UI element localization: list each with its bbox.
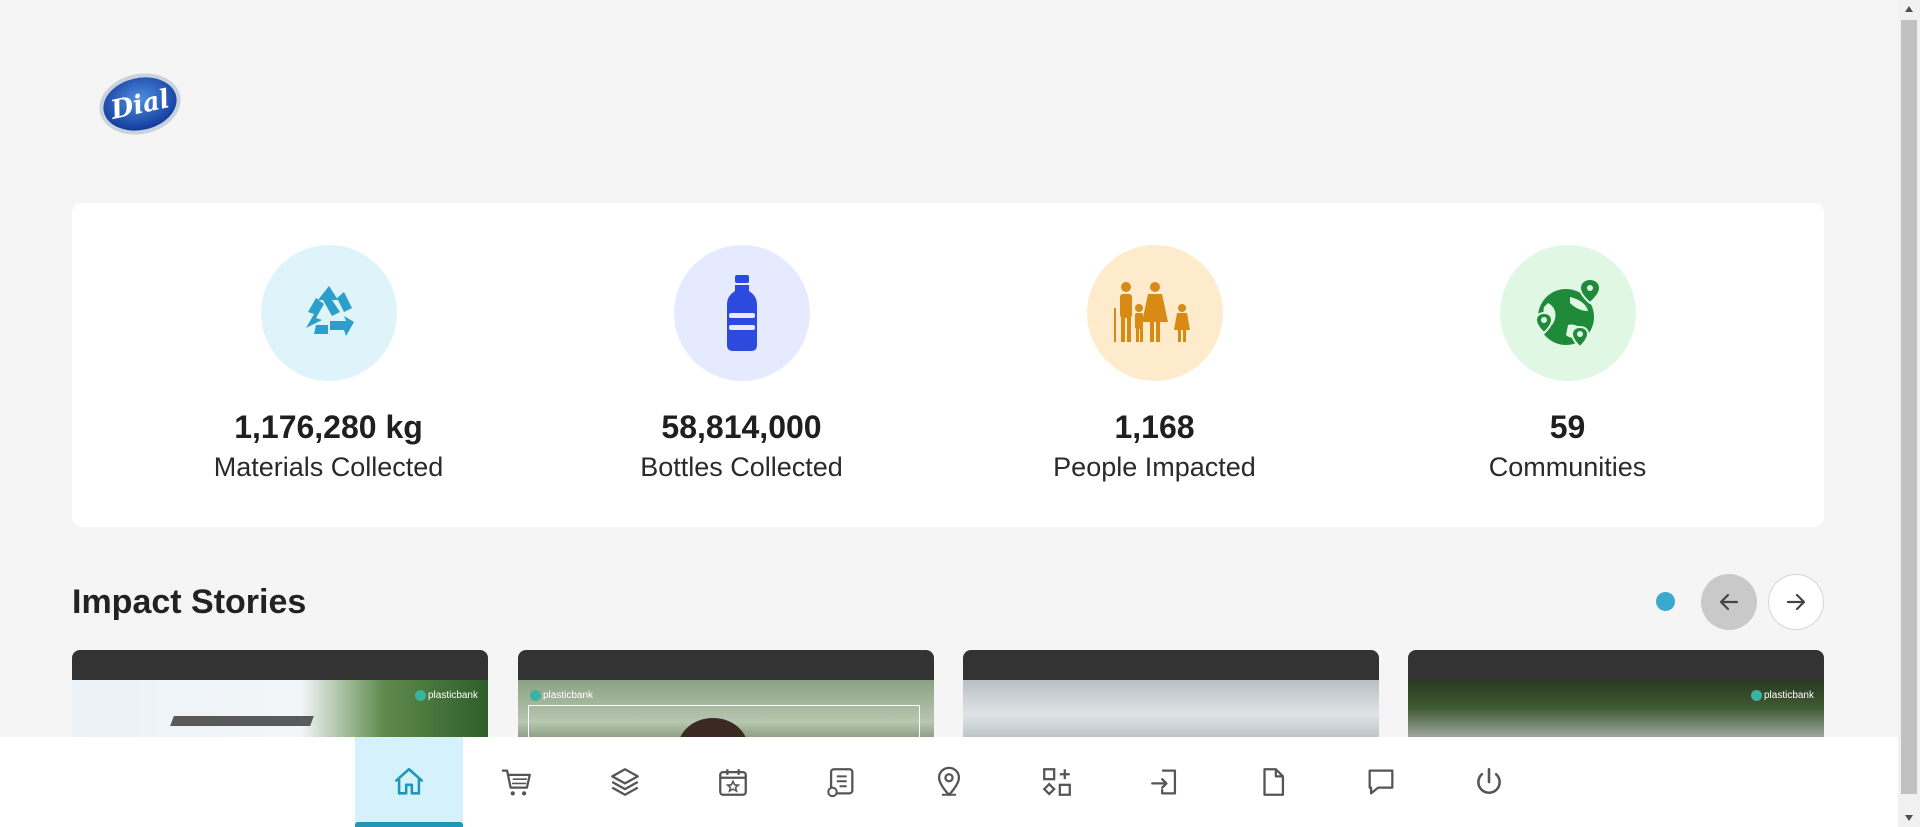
impact-stats-card: 1,176,280 kg Materials Collected 58,814,… (72, 203, 1824, 527)
plasticbank-watermark: plasticbank (530, 690, 593, 701)
cart-icon (501, 769, 531, 796)
stat-value: 1,168 (1114, 409, 1195, 445)
stat-value: 58,814,000 (661, 409, 822, 445)
stat-materials-collected: 1,176,280 kg Materials Collected (179, 245, 479, 485)
nav-tab-messages[interactable] (1327, 737, 1435, 827)
stat-value: 1,176,280 kg (234, 409, 423, 445)
carousel-page-dot[interactable] (1656, 592, 1675, 611)
layers-icon (611, 768, 639, 796)
carousel-prev-button[interactable] (1701, 574, 1757, 630)
nav-tab-events[interactable] (679, 737, 787, 827)
stat-icon-circle (1086, 245, 1223, 381)
story-card[interactable]: plasticbank (518, 650, 934, 750)
arrow-left-icon (1719, 593, 1739, 611)
story-card[interactable]: plasticbank (72, 650, 488, 750)
document-list-icon (827, 768, 854, 798)
nav-tab-home[interactable] (355, 737, 463, 827)
impact-stories-title: Impact Stories (72, 583, 307, 621)
stat-label: People Impacted (1053, 452, 1256, 482)
nav-tab-apps[interactable] (1003, 737, 1111, 827)
nav-tab-logout[interactable] (1435, 737, 1543, 827)
stat-communities: 59 Communities (1418, 245, 1718, 485)
map-pin-icon (937, 766, 961, 797)
stat-bottles-collected: 58,814,000 Bottles Collected (592, 245, 892, 485)
file-icon (1263, 768, 1285, 796)
nav-tab-locations[interactable] (895, 737, 1003, 827)
stat-label: Materials Collected (213, 452, 444, 482)
stat-label: Communities (1488, 452, 1647, 482)
stat-label: Bottles Collected (640, 452, 843, 482)
scroll-thumb[interactable] (1901, 20, 1917, 794)
stat-value: 59 (1549, 409, 1586, 445)
plasticbank-watermark: plasticbank (1750, 690, 1814, 701)
nav-tab-shop[interactable] (463, 737, 571, 827)
home-icon (394, 767, 424, 795)
story-image-shelter (170, 716, 314, 726)
stat-icon-circle (260, 245, 397, 381)
stat-people-impacted: 1,168 People Impacted (1005, 245, 1305, 485)
power-icon (1477, 767, 1501, 794)
calendar-star-icon (719, 769, 747, 796)
globe-pins-icon (1534, 277, 1601, 349)
nav-tab-login[interactable] (1111, 737, 1219, 827)
nav-tab-reports[interactable] (787, 737, 895, 827)
login-icon (1151, 769, 1177, 795)
bottle-icon (726, 275, 757, 351)
bottom-navigation (0, 737, 1898, 827)
dial-logo-icon: Dial (99, 73, 181, 135)
plasticbank-watermark: plasticbank (414, 690, 478, 701)
family-icon (1113, 282, 1190, 342)
recycle-icon (305, 286, 354, 336)
brand-logo: Dial (72, 36, 208, 172)
scroll-up-arrow[interactable] (1898, 0, 1920, 18)
stat-icon-circle (1499, 245, 1636, 381)
arrow-right-icon (1786, 593, 1806, 611)
page-scrollbar[interactable] (1898, 0, 1920, 827)
scroll-down-arrow[interactable] (1898, 809, 1920, 827)
shapes-plus-icon (1042, 768, 1071, 796)
story-card[interactable] (963, 650, 1379, 750)
chat-icon (1368, 769, 1394, 795)
story-card[interactable]: plasticbank (1408, 650, 1824, 750)
nav-tab-layers[interactable] (571, 737, 679, 827)
stat-icon-circle (673, 245, 810, 381)
carousel-next-button[interactable] (1768, 574, 1824, 630)
nav-tab-files[interactable] (1219, 737, 1327, 827)
